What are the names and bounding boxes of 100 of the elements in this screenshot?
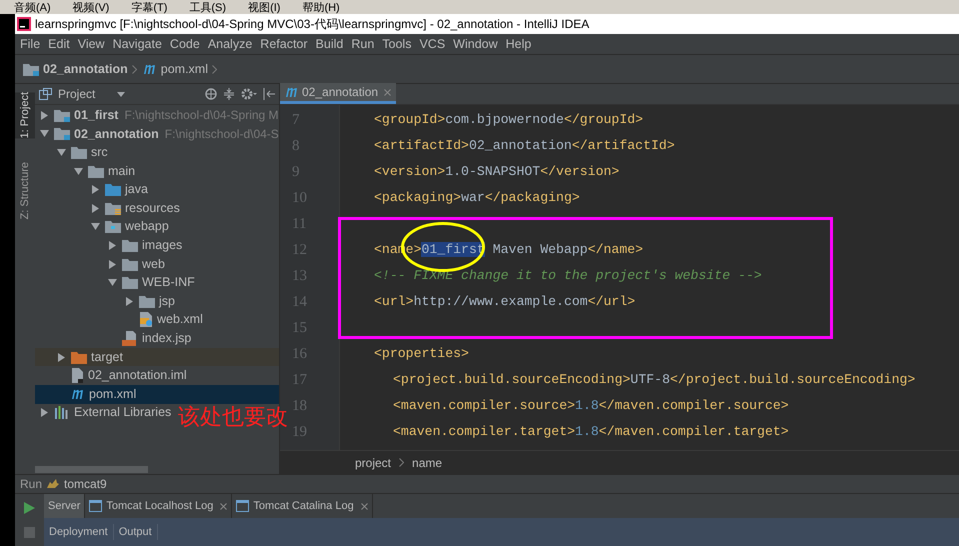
panel-title[interactable]: Project — [58, 85, 96, 103]
menu-item[interactable]: View — [78, 34, 105, 54]
run-tab[interactable]: Server — [44, 494, 86, 518]
collapse-arrow-icon[interactable] — [91, 222, 100, 232]
folder-icon — [105, 183, 121, 196]
hide-panel-icon[interactable] — [263, 88, 275, 100]
nav-crumb[interactable]: pom.xml — [160, 60, 208, 78]
folder-icon — [88, 164, 104, 178]
close-icon[interactable] — [384, 88, 392, 96]
play-icon[interactable] — [24, 502, 35, 514]
close-icon[interactable] — [360, 502, 368, 510]
collapse-arrow-icon[interactable] — [108, 278, 117, 288]
maven-icon — [71, 389, 85, 400]
run-tab-label: Tomcat Localhost Log — [106, 498, 214, 514]
tree-item-path: F:\nightschool-d\04-Spring M — [124, 107, 279, 124]
folder-icon — [71, 146, 87, 159]
tree-item-label: resources — [125, 200, 180, 217]
menu-item[interactable]: Tools — [382, 34, 412, 54]
tree-item[interactable]: webapp — [35, 218, 173, 236]
folder-icon — [122, 258, 138, 271]
tree-item[interactable]: target — [35, 348, 279, 366]
tree-item[interactable]: External Libraries — [35, 404, 176, 422]
expand-arrow-icon[interactable] — [57, 352, 66, 362]
editor-tab[interactable]: 02_annotation — [280, 83, 396, 104]
host-menu-item[interactable]: 音频(A) — [14, 2, 51, 14]
host-menu-item[interactable]: 视频(V) — [72, 2, 110, 14]
horizontal-scrollbar[interactable] — [35, 466, 148, 472]
sub-tab[interactable]: Deployment — [44, 524, 114, 540]
tree-item-label: main — [108, 162, 136, 180]
menu-item[interactable]: Navigate — [112, 34, 162, 54]
menu-item[interactable]: Analyze — [208, 34, 252, 54]
run-config-name[interactable]: tomcat9 — [64, 475, 107, 493]
tree-item-label: target — [91, 348, 123, 366]
menu-item[interactable]: Build — [316, 34, 344, 54]
tree-item-label: WEB-INF — [142, 274, 195, 292]
tree-item-label: 02_annotation.iml — [88, 367, 187, 384]
menu-item[interactable]: Code — [170, 34, 200, 54]
tree-item[interactable]: src — [35, 143, 112, 162]
libraries-icon — [54, 406, 70, 420]
locate-icon[interactable] — [205, 88, 217, 100]
code-line: <url>http://www.example.com</url> — [374, 293, 636, 312]
collapse-all-icon[interactable] — [223, 88, 235, 100]
menu-item[interactable]: VCS — [419, 34, 446, 54]
tree-item[interactable]: java — [35, 180, 152, 199]
window-title: learnspringmvc [F:\nightschool-d\04-Spring MVC\03-代码\learnspringmvc] - 02_annotation - IntelliJ IDEA — [35, 16, 590, 33]
host-menu-item[interactable]: 帮助(H) — [302, 2, 340, 14]
tree-item-label: index.jsp — [142, 330, 192, 348]
close-icon[interactable] — [220, 502, 228, 510]
tree-item-label: images — [142, 237, 182, 254]
tree-item[interactable]: main — [35, 162, 140, 180]
tree-item[interactable]: web.xml — [35, 310, 207, 330]
menu-item[interactable]: File — [20, 34, 40, 54]
expand-arrow-icon[interactable] — [40, 408, 49, 418]
dropdown-caret-icon[interactable] — [117, 92, 126, 96]
tree-item-label: java — [125, 181, 148, 198]
tree-item[interactable]: index.jsp — [35, 329, 196, 348]
host-menu-item[interactable]: 视图(I) — [248, 2, 280, 14]
chevron-icon — [132, 64, 137, 74]
xml-file-icon — [139, 312, 153, 328]
tool-window-tab[interactable]: Z: Structure — [15, 162, 35, 220]
tree-item-label: External Libraries — [74, 404, 172, 422]
folder-icon — [71, 350, 87, 364]
tree-item[interactable]: 02_annotation F:\nightschool-d\04-S — [35, 124, 279, 144]
menu-item[interactable]: Window — [453, 34, 498, 54]
tree-item[interactable]: web — [35, 254, 169, 274]
maven-icon — [285, 87, 299, 97]
menu-item[interactable]: Help — [506, 34, 532, 54]
code-line: <maven.compiler.target>1.8</maven.compiler.target> — [393, 423, 789, 442]
folder-icon — [54, 108, 70, 122]
code-line: <version>1.0-SNAPSHOT</version> — [374, 163, 620, 182]
tree-item[interactable]: resources — [35, 198, 184, 218]
tree-item-label: web.xml — [157, 311, 203, 328]
tree-item[interactable]: images — [35, 236, 186, 255]
folder-icon — [105, 220, 121, 234]
sub-tab[interactable]: Output — [114, 524, 158, 540]
folder-icon — [23, 62, 39, 76]
tree-item-label: pom.xml — [89, 386, 136, 403]
settings-icon[interactable] — [241, 88, 257, 100]
tree-item[interactable]: WEB-INF — [35, 273, 199, 292]
chevron-icon — [212, 64, 217, 74]
run-tab-label: Server — [48, 498, 80, 514]
tree-item[interactable]: jsp — [35, 292, 179, 311]
run-panel-title: Run — [20, 476, 42, 493]
host-menu-item[interactable]: 字幕(T) — [131, 2, 168, 14]
editor-breadcrumb[interactable]: name — [412, 454, 442, 472]
expand-arrow-icon[interactable] — [40, 110, 49, 120]
menu-item[interactable]: Edit — [48, 34, 70, 54]
nav-crumb[interactable]: 02_annotation — [43, 60, 128, 78]
tree-item[interactable]: pom.xml — [35, 384, 279, 404]
tree-item-label: src — [91, 144, 108, 162]
code-line: <maven.compiler.source>1.8</maven.compiler.source> — [393, 397, 789, 416]
tree-item[interactable]: 01_first F:\nightschool-d\04-Spring M — [35, 106, 279, 125]
expand-arrow-icon[interactable] — [125, 296, 134, 306]
run-tab-label: Tomcat Catalina Log — [253, 498, 354, 514]
tree-item[interactable]: 02_annotation.iml — [35, 366, 191, 385]
menu-item[interactable]: Refactor — [260, 34, 308, 54]
tool-window-tab[interactable]: 1: Project — [15, 92, 35, 138]
host-menu-item[interactable]: 工具(S) — [189, 2, 226, 14]
menu-item[interactable]: Run — [351, 34, 374, 54]
editor-breadcrumb[interactable]: project — [355, 454, 392, 472]
